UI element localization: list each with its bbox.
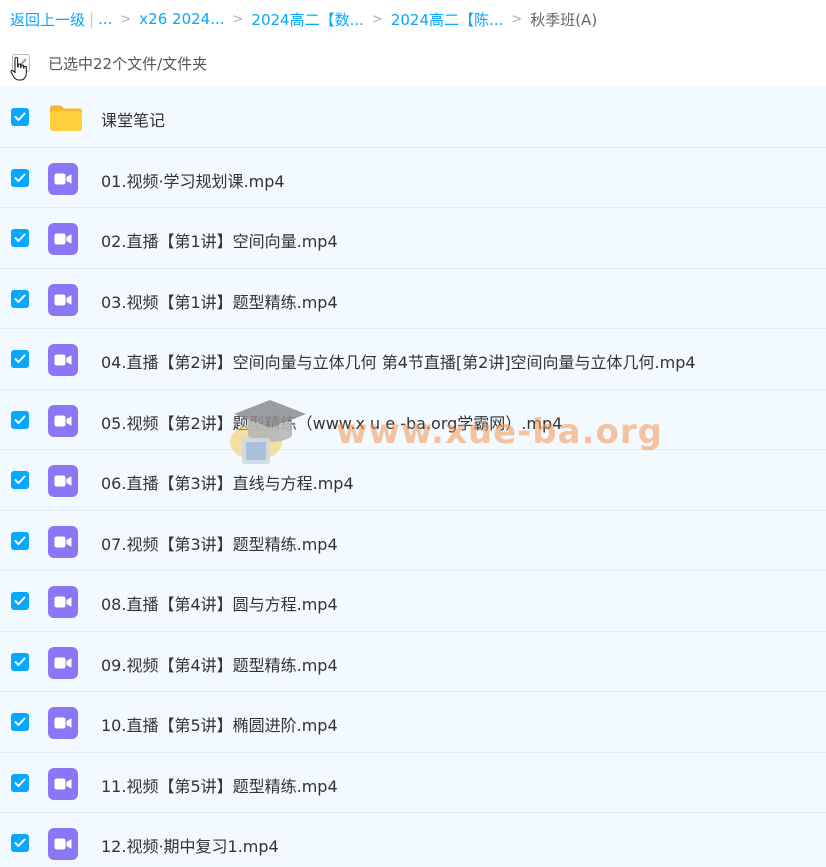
selection-count-text: 已选中22个文件/文件夹 bbox=[48, 55, 208, 73]
video-icon bbox=[48, 586, 80, 618]
row-checkbox[interactable] bbox=[11, 108, 29, 126]
file-name[interactable]: 03.视频【第1讲】题型精练.mp4 bbox=[101, 289, 338, 313]
row-checkbox[interactable] bbox=[11, 289, 29, 308]
checkbox-box bbox=[11, 410, 29, 429]
checkbox-box bbox=[11, 108, 29, 126]
list-item[interactable]: 01.视频·学习规划课.mp4 bbox=[0, 147, 826, 208]
list-item[interactable]: 07.视频【第3讲】题型精练.mp4 bbox=[0, 510, 826, 571]
row-checkbox[interactable] bbox=[11, 229, 29, 247]
list-item[interactable]: 课堂笔记 bbox=[0, 87, 826, 148]
hand-cursor-icon bbox=[10, 56, 27, 81]
file-name[interactable]: 05.视频【第2讲】题型精练（www.x u e -ba.org学霸网）.mp4 bbox=[101, 410, 562, 434]
checkbox-box bbox=[11, 471, 29, 489]
row-checkbox[interactable] bbox=[11, 834, 29, 852]
file-name[interactable]: 09.视频【第4讲】题型精练.mp4 bbox=[101, 652, 338, 676]
list-item[interactable]: 06.直播【第3讲】直线与方程.mp4 bbox=[0, 450, 826, 511]
check-icon bbox=[14, 596, 26, 605]
breadcrumb: 返回上一级 | ... > x26 2024... > 2024高二【数... … bbox=[10, 0, 597, 38]
video-icon bbox=[48, 404, 80, 437]
check-icon bbox=[14, 475, 26, 484]
list-item[interactable]: 04.直播【第2讲】空间向量与立体几何 第4节直播[第2讲]空间向量与立体几何.… bbox=[0, 329, 826, 390]
checkbox-box bbox=[11, 834, 29, 852]
check-icon bbox=[14, 536, 26, 545]
file-name[interactable]: 07.视频【第3讲】题型精练.mp4 bbox=[101, 531, 338, 555]
row-checkbox[interactable] bbox=[11, 773, 29, 792]
video-icon bbox=[48, 767, 80, 800]
row-checkbox[interactable] bbox=[11, 471, 29, 489]
list-item[interactable]: 10.直播【第5讲】椭圆进阶.mp4 bbox=[0, 692, 826, 753]
list-item[interactable]: 11.视频【第5讲】题型精练.mp4 bbox=[0, 752, 826, 813]
checkbox-box bbox=[11, 652, 29, 671]
list-item[interactable]: 12.视频·期中复习1.mp4 bbox=[0, 813, 826, 867]
check-icon bbox=[14, 778, 26, 787]
video-icon bbox=[48, 283, 80, 316]
checkbox-box bbox=[11, 592, 29, 610]
breadcrumb-item[interactable]: x26 2024... bbox=[139, 10, 224, 28]
checkbox-box bbox=[11, 773, 29, 792]
row-checkbox[interactable] bbox=[11, 713, 29, 731]
check-icon bbox=[14, 717, 26, 726]
check-icon bbox=[14, 415, 26, 424]
row-checkbox[interactable] bbox=[11, 592, 29, 610]
checkbox-box bbox=[11, 350, 29, 368]
row-checkbox[interactable] bbox=[11, 350, 29, 368]
video-icon bbox=[48, 344, 80, 376]
check-icon bbox=[14, 354, 26, 363]
checkbox-box bbox=[11, 229, 29, 247]
check-icon bbox=[14, 173, 26, 182]
video-icon bbox=[48, 525, 80, 558]
breadcrumb-ellipsis[interactable]: ... bbox=[98, 10, 112, 28]
checkbox-box bbox=[11, 531, 29, 550]
row-checkbox[interactable] bbox=[11, 168, 29, 187]
file-name[interactable]: 01.视频·学习规划课.mp4 bbox=[101, 168, 285, 192]
breadcrumb-item[interactable]: 2024高二【陈... bbox=[391, 9, 503, 30]
check-icon bbox=[14, 112, 26, 121]
breadcrumb-separator: | bbox=[89, 10, 95, 28]
video-icon bbox=[48, 465, 80, 497]
check-icon bbox=[14, 233, 26, 242]
check-icon bbox=[14, 294, 26, 303]
row-checkbox[interactable] bbox=[11, 410, 29, 429]
row-checkbox[interactable] bbox=[11, 531, 29, 550]
file-name[interactable]: 04.直播【第2讲】空间向量与立体几何 第4节直播[第2讲]空间向量与立体几何.… bbox=[101, 349, 696, 373]
video-icon bbox=[48, 162, 80, 195]
list-item[interactable]: 05.视频【第2讲】题型精练（www.x u e -ba.org学霸网）.mp4 bbox=[0, 389, 826, 450]
video-icon bbox=[48, 223, 80, 255]
file-name[interactable]: 06.直播【第3讲】直线与方程.mp4 bbox=[101, 470, 354, 494]
row-checkbox[interactable] bbox=[11, 652, 29, 671]
file-name[interactable]: 02.直播【第1讲】空间向量.mp4 bbox=[101, 228, 338, 252]
list-item[interactable]: 02.直播【第1讲】空间向量.mp4 bbox=[0, 208, 826, 269]
file-name[interactable]: 11.视频【第5讲】题型精练.mp4 bbox=[101, 773, 338, 797]
breadcrumb-item[interactable]: 2024高二【数... bbox=[251, 9, 363, 30]
file-name[interactable]: 12.视频·期中复习1.mp4 bbox=[101, 833, 279, 857]
file-name[interactable]: 08.直播【第4讲】圆与方程.mp4 bbox=[101, 591, 338, 615]
video-icon bbox=[48, 828, 80, 860]
chevron-right-icon: > bbox=[371, 11, 383, 27]
selection-header: 已选中22个文件/文件夹 bbox=[0, 44, 826, 82]
list-item[interactable]: 09.视频【第4讲】题型精练.mp4 bbox=[0, 631, 826, 692]
checkbox-box bbox=[11, 713, 29, 731]
checkbox-box bbox=[11, 168, 29, 187]
folder-icon bbox=[48, 102, 82, 134]
chevron-right-icon: > bbox=[120, 11, 132, 27]
check-icon bbox=[14, 657, 26, 666]
file-list: 课堂笔记 01.视频·学习规划课.mp4 02.直播【第1讲】空间向量.mp4 03.… bbox=[0, 87, 826, 867]
list-item[interactable]: 03.视频【第1讲】题型精练.mp4 bbox=[0, 268, 826, 329]
chevron-right-icon: > bbox=[511, 11, 523, 27]
file-browser: 返回上一级 | ... > x26 2024... > 2024高二【数... … bbox=[0, 0, 826, 867]
back-link[interactable]: 返回上一级 bbox=[10, 9, 85, 30]
file-name[interactable]: 课堂笔记 bbox=[101, 107, 165, 131]
chevron-right-icon: > bbox=[232, 11, 244, 27]
list-item[interactable]: 08.直播【第4讲】圆与方程.mp4 bbox=[0, 571, 826, 632]
video-icon bbox=[48, 707, 80, 739]
checkbox-box bbox=[11, 289, 29, 308]
file-name[interactable]: 10.直播【第5讲】椭圆进阶.mp4 bbox=[101, 712, 338, 736]
breadcrumb-current: 秋季班(A) bbox=[530, 10, 598, 29]
video-icon bbox=[48, 646, 80, 679]
check-icon bbox=[14, 838, 26, 847]
